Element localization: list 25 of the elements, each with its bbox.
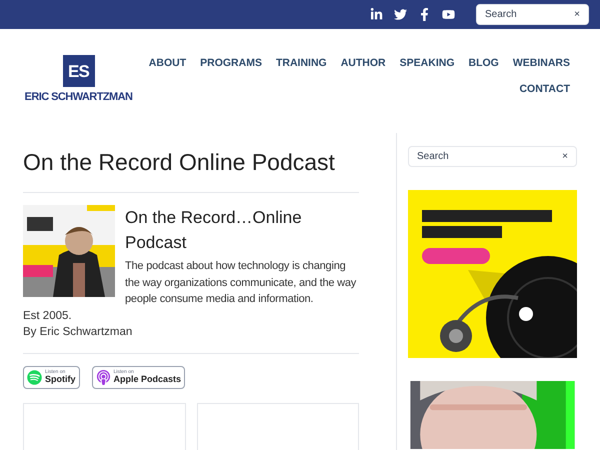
nav-link[interactable]: ABOUT: [148, 55, 186, 71]
established-text: Est 2005.: [23, 308, 73, 324]
search-field[interactable]: Search ×: [408, 146, 577, 167]
nav-link[interactable]: WEBINARS: [512, 55, 570, 71]
page-title: On the Record Online Podcast: [23, 148, 336, 177]
clear-icon[interactable]: ×: [562, 149, 568, 164]
logo-mark[interactable]: ES: [62, 55, 94, 87]
clear-icon[interactable]: ×: [574, 7, 580, 22]
nav-link[interactable]: BLOG: [468, 55, 499, 71]
search-field[interactable]: Search ×: [476, 4, 589, 25]
nav-link[interactable]: TRAINING: [276, 55, 327, 71]
podcast-description: The podcast about how technology is changing the way organizations communicate, and the way people consume media and information.: [125, 259, 358, 307]
nav-link[interactable]: SPEAKING: [400, 55, 454, 71]
spotify-icon: [27, 370, 42, 384]
nav-link[interactable]: PROGRAMS: [200, 55, 262, 71]
youtube-icon[interactable]: [442, 8, 455, 21]
facebook-icon[interactable]: [418, 8, 431, 21]
twitter-icon[interactable]: [394, 8, 407, 21]
nav-link[interactable]: AUTHOR: [340, 55, 386, 71]
nav-link[interactable]: CONTACT: [519, 81, 570, 97]
podcast-title: On the Record…Online Podcast: [125, 207, 303, 254]
podcast-icon: [96, 370, 110, 384]
linkedin-icon[interactable]: [370, 8, 383, 21]
logo-text[interactable]: ERIC SCHWARTZMAN: [24, 89, 132, 106]
byline: By Eric Schwartzman: [23, 324, 134, 340]
